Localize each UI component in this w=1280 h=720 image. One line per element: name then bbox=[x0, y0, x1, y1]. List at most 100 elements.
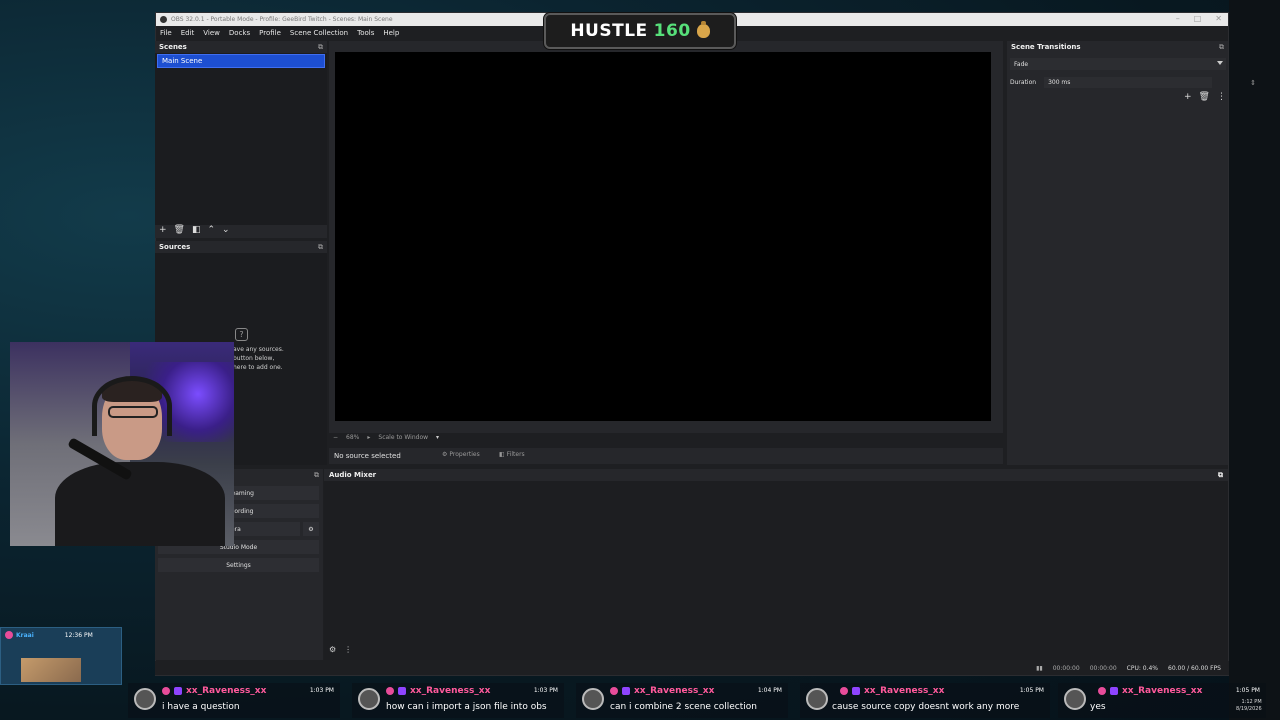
more-options-icon[interactable]: ⋮ bbox=[344, 645, 352, 654]
avatar bbox=[358, 688, 380, 710]
sources-empty-line2: button below, bbox=[233, 355, 275, 362]
window-title: OBS 32.0.1 - Portable Mode - Profile: Ge… bbox=[171, 16, 393, 23]
chat-message: xx_Raveness_xx 1:03 PM how can i import … bbox=[352, 683, 564, 718]
chat-text: how can i import a json file into obs bbox=[386, 702, 547, 712]
settings-button[interactable]: Settings bbox=[158, 558, 319, 572]
menu-file[interactable]: File bbox=[160, 29, 172, 37]
chat-username: xx_Raveness_xx bbox=[864, 686, 945, 696]
context-bar: No source selected ⚙ Properties ◧ Filter… bbox=[329, 448, 1003, 464]
virtual-camera-settings-icon[interactable]: ⚙ bbox=[303, 522, 319, 536]
chat-text: yes bbox=[1090, 702, 1106, 712]
undock-icon[interactable]: ⧉ bbox=[314, 471, 319, 480]
duration-value: 300 ms bbox=[1048, 79, 1071, 86]
add-scene-icon[interactable]: + bbox=[159, 225, 167, 235]
avatar bbox=[1064, 688, 1086, 710]
remove-transition-icon[interactable]: 🗑 bbox=[1199, 92, 1210, 102]
transitions-title: Scene Transitions bbox=[1011, 43, 1081, 51]
menu-tools[interactable]: Tools bbox=[357, 29, 374, 37]
mixer-settings-icon[interactable]: ⚙ bbox=[329, 645, 336, 654]
preview-canvas[interactable] bbox=[335, 52, 991, 421]
sub-badge-icon bbox=[1110, 687, 1118, 695]
zoom-bar: − 68% ▸ Scale to Window ▾ bbox=[333, 434, 439, 441]
menu-scene-collection[interactable]: Scene Collection bbox=[290, 29, 348, 37]
heart-badge-icon bbox=[610, 687, 618, 695]
cpu-usage: CPU: 0.4% bbox=[1126, 664, 1159, 672]
maximize-button[interactable]: □ bbox=[1194, 14, 1202, 23]
remove-scene-icon[interactable]: 🗑 bbox=[174, 225, 185, 235]
scenes-dock: Scenes ⧉ Main Scene + 🗑 ◧ ⌃ ⌄ bbox=[155, 41, 327, 238]
sources-empty-message: ? ave any sources. button below, here to… bbox=[233, 328, 284, 372]
chat-message: xx_Raveness_xx 1:05 PM yes bbox=[1058, 683, 1266, 718]
heart-badge-icon bbox=[840, 687, 848, 695]
duration-row: Duration 300 ms ⇕ bbox=[1010, 77, 1256, 88]
hustle-counter-overlay: HUSTLE 160 bbox=[544, 13, 736, 49]
chat-message: xx_Raveness_xx 1:05 PM cause source copy… bbox=[800, 683, 1050, 718]
zoom-out-icon[interactable]: − bbox=[333, 434, 338, 441]
move-down-icon[interactable]: ⌄ bbox=[222, 225, 230, 235]
scene-item-main[interactable]: Main Scene bbox=[157, 54, 325, 68]
question-icon: ? bbox=[235, 328, 248, 341]
record-time: 00:00:00 bbox=[1089, 664, 1117, 672]
chevron-down-icon[interactable]: ▾ bbox=[436, 434, 439, 441]
chat-text: i have a question bbox=[162, 702, 240, 712]
heart-badge-icon bbox=[1098, 687, 1106, 695]
clock-time: 1:12 PM bbox=[1241, 699, 1262, 705]
undock-icon[interactable]: ⧉ bbox=[318, 243, 323, 252]
hustle-number: 160 bbox=[653, 21, 691, 41]
menu-view[interactable]: View bbox=[203, 29, 220, 37]
chat-time: 1:05 PM bbox=[1235, 687, 1260, 694]
duration-label: Duration bbox=[1010, 79, 1037, 86]
chat-time: 1:04 PM bbox=[757, 687, 782, 694]
heart-badge-icon bbox=[386, 687, 394, 695]
filters-button[interactable]: ◧ Filters bbox=[499, 451, 525, 458]
audio-mixer-dock: Audio Mixer ⧉ ⚙ ⋮ bbox=[324, 469, 1228, 660]
heart-badge-icon bbox=[162, 687, 170, 695]
undock-icon[interactable]: ⧉ bbox=[318, 43, 323, 52]
clock-date: 8/19/2026 bbox=[1236, 706, 1262, 712]
sources-empty-line3: here to add one. bbox=[233, 364, 283, 371]
sub-badge-icon bbox=[174, 687, 182, 695]
transition-toolbar: + 🗑 ⋮ bbox=[1184, 92, 1226, 102]
menu-edit[interactable]: Edit bbox=[181, 29, 195, 37]
signal-icon: ▮▮ bbox=[1036, 664, 1043, 672]
chat-time: 1:03 PM bbox=[309, 687, 334, 694]
scene-filters-icon[interactable]: ◧ bbox=[192, 225, 201, 235]
undock-icon[interactable]: ⧉ bbox=[1218, 471, 1223, 480]
close-button[interactable]: ✕ bbox=[1215, 14, 1222, 23]
chat-thumbnail: Kraai 12:36 PM bbox=[0, 627, 122, 685]
fps-readout: 60.00 / 60.00 FPS bbox=[1168, 664, 1221, 672]
chat-message: xx_Raveness_xx 1:03 PM i have a question bbox=[128, 683, 340, 718]
obs-app-icon bbox=[160, 16, 167, 23]
avatar bbox=[582, 688, 604, 710]
undock-icon[interactable]: ⧉ bbox=[1219, 43, 1224, 52]
menu-docks[interactable]: Docks bbox=[229, 29, 250, 37]
spin-arrows-icon[interactable]: ⇕ bbox=[1250, 79, 1256, 87]
add-transition-icon[interactable]: + bbox=[1184, 92, 1192, 102]
chat-username: xx_Raveness_xx bbox=[186, 686, 267, 696]
transitions-dock: Scene Transitions ⧉ bbox=[1007, 41, 1228, 465]
chat-top-time: 12:36 PM bbox=[64, 631, 93, 639]
menu-help[interactable]: Help bbox=[383, 29, 399, 37]
scale-mode[interactable]: Scale to Window bbox=[378, 434, 428, 441]
avatar bbox=[134, 688, 156, 710]
chat-text: cause source copy doesnt work any more bbox=[832, 702, 1020, 712]
properties-button[interactable]: ⚙ Properties bbox=[442, 451, 480, 458]
status-bar: ▮▮ 00:00:00 00:00:00 CPU: 0.4% 60.00 / 6… bbox=[155, 661, 1229, 675]
minimize-button[interactable]: – bbox=[1176, 14, 1180, 23]
chat-top-user: Kraai bbox=[16, 631, 34, 639]
sub-badge-icon bbox=[622, 687, 630, 695]
chat-username: xx_Raveness_xx bbox=[1122, 686, 1203, 696]
gear-icon: ⚙ bbox=[442, 451, 448, 458]
desktop-background bbox=[1229, 0, 1280, 720]
more-options-icon[interactable]: ⋮ bbox=[1217, 92, 1226, 102]
transition-select[interactable]: Fade bbox=[1010, 58, 1226, 70]
chat-text: can i combine 2 scene collection bbox=[610, 702, 757, 712]
menu-profile[interactable]: Profile bbox=[259, 29, 281, 37]
zoom-in-icon[interactable]: ▸ bbox=[367, 434, 370, 441]
scenes-title: Scenes bbox=[159, 43, 187, 51]
chat-username: xx_Raveness_xx bbox=[634, 686, 715, 696]
chat-username: xx_Raveness_xx bbox=[410, 686, 491, 696]
move-up-icon[interactable]: ⌃ bbox=[208, 225, 216, 235]
stream-time: 00:00:00 bbox=[1052, 664, 1080, 672]
duration-input[interactable]: 300 ms bbox=[1044, 77, 1213, 88]
